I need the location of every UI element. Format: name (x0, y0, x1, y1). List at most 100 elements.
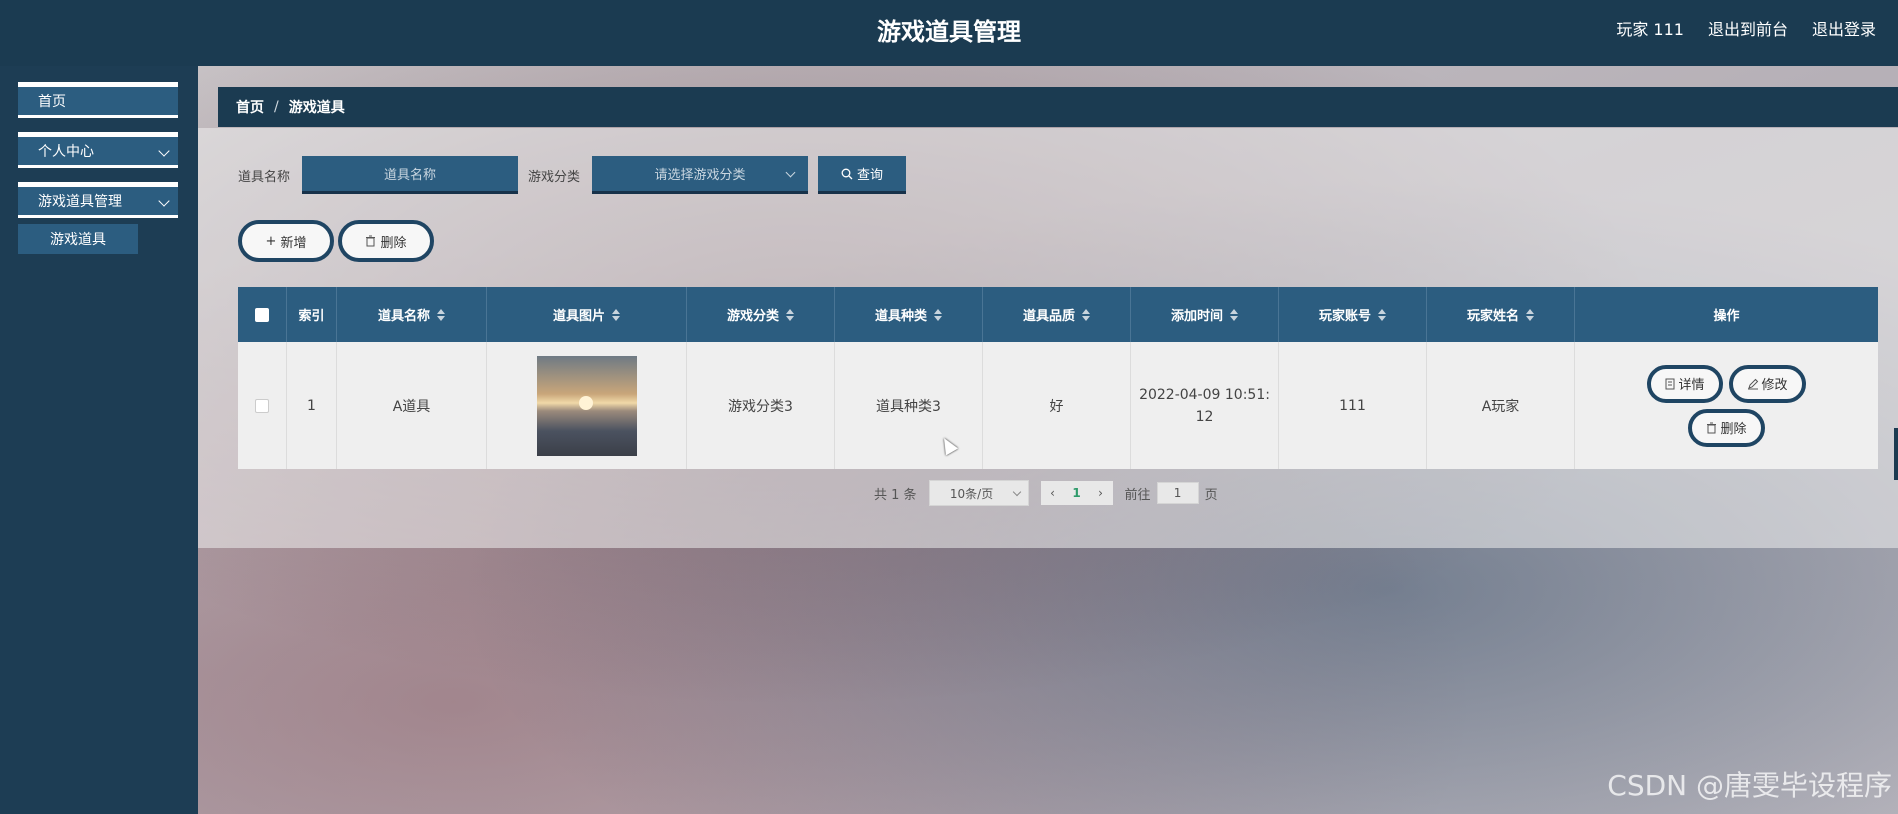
current-page[interactable]: 1 (1065, 486, 1089, 500)
page-nav: ‹ 1 › (1040, 481, 1113, 505)
add-button-label: 新增 (280, 235, 307, 251)
sort-icon[interactable] (1082, 308, 1090, 321)
total-count: 共 1 条 (874, 487, 917, 503)
table-row: 1 A道具 游戏分类3 道具种类3 好 2022-04-09 10:51: 12… (238, 342, 1878, 469)
app-title: 游戏道具管理 (877, 18, 1021, 46)
col-label: 玩家账号 (1318, 309, 1371, 324)
col-time[interactable]: 添加时间 (1131, 287, 1279, 342)
prop-image-thumbnail[interactable] (536, 355, 637, 456)
plus-icon: + (265, 233, 277, 249)
add-button[interactable]: + 新增 (238, 220, 334, 262)
col-quality[interactable]: 道具品质 (983, 287, 1131, 342)
exit-to-front-link[interactable]: 退出到前台 (1708, 16, 1788, 40)
cell-category: 游戏分类3 (687, 342, 835, 469)
edit-icon (1747, 378, 1758, 389)
search-icon (841, 168, 853, 179)
sidebar-item-prop-management[interactable]: 游戏道具管理 (18, 182, 178, 218)
row-checkbox[interactable] (255, 398, 269, 413)
detail-button-label: 详情 (1678, 378, 1705, 393)
chevron-down-icon (158, 145, 170, 157)
sort-icon[interactable] (437, 308, 445, 321)
goto-label: 前往 (1124, 487, 1151, 503)
goto-page: 前往 1 页 (1125, 482, 1218, 504)
sort-icon[interactable] (612, 308, 620, 321)
col-index: 索引 (287, 287, 337, 342)
name-label: 道具名称 (238, 169, 291, 185)
search-row: 道具名称 道具名称 游戏分类 请选择游戏分类 查询 (238, 156, 907, 194)
sidebar-item-home[interactable]: 首页 (18, 82, 178, 118)
edit-button[interactable]: 修改 (1728, 364, 1806, 403)
logout-link[interactable]: 退出登录 (1812, 16, 1876, 40)
delete-button[interactable]: 删除 (1688, 408, 1765, 447)
sidebar-item-label: 首页 (38, 94, 66, 110)
cell-player: A玩家 (1427, 342, 1575, 469)
col-label: 道具图片 (552, 309, 605, 324)
sidebar-item-profile[interactable]: 个人中心 (18, 132, 178, 168)
trash-icon (366, 235, 376, 247)
time-line-2: 12 (1195, 408, 1214, 425)
goto-page-input[interactable]: 1 (1156, 482, 1199, 504)
category-select-placeholder: 请选择游戏分类 (654, 168, 746, 183)
detail-button[interactable]: 详情 (1647, 364, 1723, 403)
batch-delete-button[interactable]: 删除 (338, 220, 434, 262)
next-page-icon[interactable]: › (1089, 486, 1113, 500)
category-label: 游戏分类 (528, 169, 581, 185)
name-search-placeholder: 道具名称 (384, 168, 437, 183)
sidebar: 首页 个人中心 游戏道具管理 游戏道具 (0, 66, 198, 814)
page-unit: 页 (1204, 487, 1218, 503)
scrollbar[interactable] (1894, 428, 1898, 480)
sidebar-subitem-label: 游戏道具 (50, 232, 106, 248)
table-header: 索引 道具名称 道具图片 游戏分类 道具种类 道具品质 添加时间 玩家账号 玩家… (238, 287, 1878, 342)
col-category[interactable]: 游戏分类 (687, 287, 835, 342)
sort-icon[interactable] (1526, 308, 1534, 321)
page-size-select[interactable]: 10条/页 (928, 480, 1029, 506)
col-label: 操作 (1713, 309, 1740, 324)
delete-button-label: 删除 (380, 235, 407, 251)
category-select[interactable]: 请选择游戏分类 (592, 156, 809, 194)
chevron-down-icon (158, 195, 170, 207)
top-bar: 游戏道具管理 玩家 111 退出到前台 退出登录 (0, 0, 1898, 66)
document-icon (1665, 378, 1675, 389)
cell-account: 111 (1279, 342, 1427, 469)
page-size-value: 10条/页 (949, 486, 994, 501)
row-select-cell (238, 342, 287, 469)
main-area: 首页 / 游戏道具 道具名称 道具名称 游戏分类 请选择游戏分类 查询 + 新增 (198, 66, 1898, 814)
col-actions: 操作 (1575, 287, 1878, 342)
col-player[interactable]: 玩家姓名 (1427, 287, 1575, 342)
query-button[interactable]: 查询 (818, 156, 907, 194)
select-all-checkbox[interactable] (255, 307, 269, 322)
sidebar-item-label: 游戏道具管理 (38, 194, 122, 210)
prev-page-icon[interactable]: ‹ (1041, 486, 1065, 500)
cell-image (487, 342, 687, 469)
col-kind[interactable]: 道具种类 (835, 287, 983, 342)
pagination: 共 1 条 10条/页 ‹ 1 › 前往 1 页 (874, 480, 1218, 506)
cell-time: 2022-04-09 10:51: 12 (1131, 342, 1279, 469)
select-all-cell (238, 287, 287, 342)
col-label: 道具名称 (377, 309, 430, 324)
col-label: 游戏分类 (726, 309, 779, 324)
cell-kind: 道具种类3 (835, 342, 983, 469)
top-right-links: 玩家 111 退出到前台 退出登录 (1616, 16, 1876, 40)
sidebar-item-label: 个人中心 (38, 144, 94, 160)
col-label: 索引 (298, 309, 325, 324)
col-name[interactable]: 道具名称 (337, 287, 487, 342)
sort-icon[interactable] (786, 308, 794, 321)
col-account[interactable]: 玩家账号 (1279, 287, 1427, 342)
sort-icon[interactable] (934, 308, 942, 321)
sidebar-subitem-props[interactable]: 游戏道具 (18, 224, 138, 254)
props-table: 索引 道具名称 道具图片 游戏分类 道具种类 道具品质 添加时间 玩家账号 玩家… (238, 287, 1878, 469)
content: 道具名称 道具名称 游戏分类 请选择游戏分类 查询 + 新增 删除 索引 道具名… (198, 66, 1898, 814)
cell-index: 1 (287, 342, 337, 469)
col-label: 道具种类 (874, 309, 927, 324)
time-line-1: 2022-04-09 10:51: (1139, 386, 1270, 403)
trash-icon (1707, 422, 1717, 433)
sort-icon[interactable] (1378, 308, 1386, 321)
chevron-down-icon (1012, 487, 1021, 497)
name-search-input[interactable]: 道具名称 (302, 156, 519, 194)
col-image[interactable]: 道具图片 (487, 287, 687, 342)
col-label: 添加时间 (1170, 309, 1223, 324)
current-user: 玩家 111 (1616, 20, 1684, 39)
edit-button-label: 修改 (1761, 378, 1788, 393)
cell-actions: 详情 修改 删除 (1575, 342, 1878, 469)
sort-icon[interactable] (1230, 308, 1238, 321)
